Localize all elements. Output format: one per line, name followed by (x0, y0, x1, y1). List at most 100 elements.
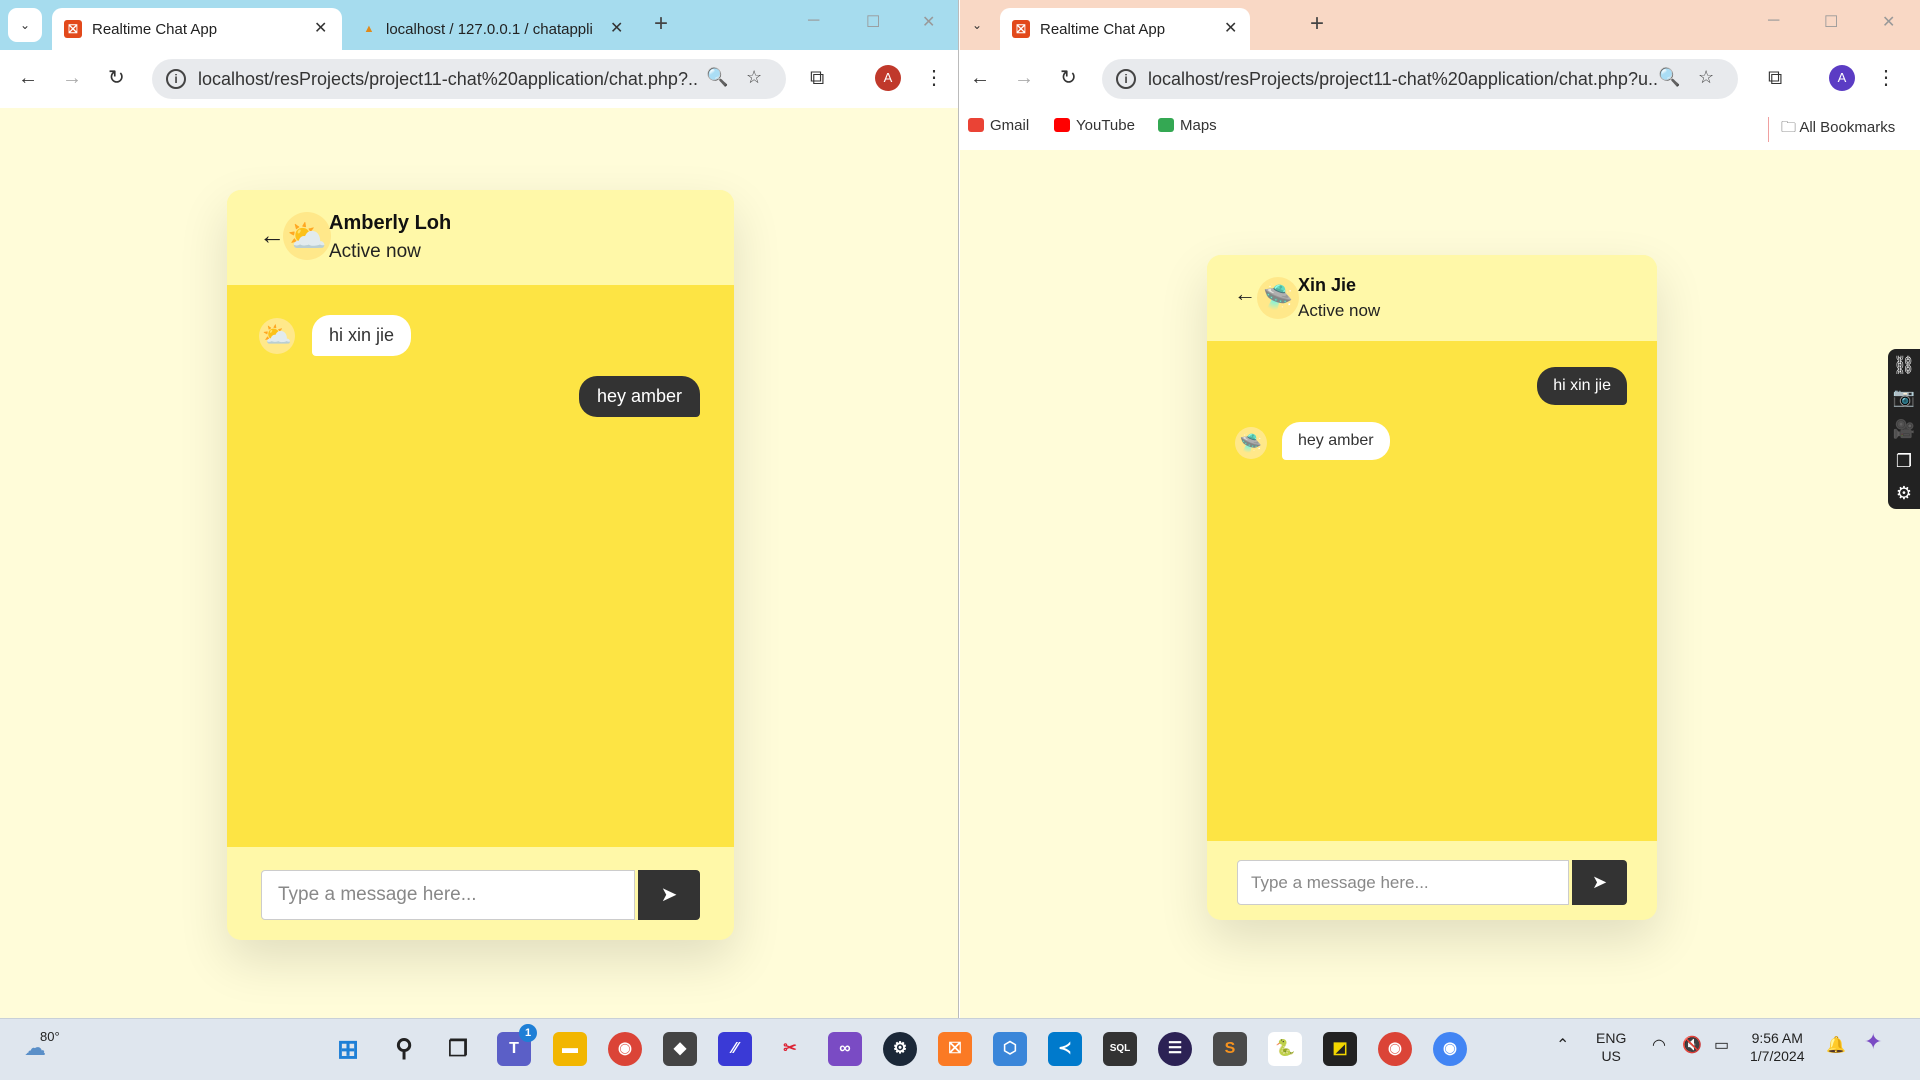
menu-icon[interactable]: ⋮ (1876, 66, 1896, 90)
unity-icon[interactable]: ◆ (663, 1032, 697, 1066)
chrome-icon[interactable]: ◉ (608, 1032, 642, 1066)
language: ENG (1596, 1030, 1627, 1046)
reload-icon[interactable]: ↻ (1060, 66, 1077, 90)
profile-avatar[interactable]: A (875, 65, 901, 91)
snipping-tool-icon[interactable]: ✂ (773, 1032, 807, 1066)
back-arrow-icon[interactable]: ← (1234, 281, 1256, 307)
taskbar: ☁ 80° ⊞ ⚲ ❐ T1 ▬ ◉ ◆ ⁄⁄ ✂ ∞ ⚙ ⛝ ⬡ ≺ SQL … (0, 1018, 1920, 1080)
zoom-icon[interactable]: 🔍 (1658, 67, 1680, 88)
close-tab-icon[interactable]: ✕ (314, 18, 327, 38)
vscode-icon[interactable]: ≺ (1048, 1032, 1082, 1066)
clock[interactable]: 9:56 AM 1/7/2024 (1750, 1029, 1805, 1065)
back-arrow-icon[interactable]: ← (259, 220, 285, 251)
extensions-icon[interactable]: ⧉ (810, 66, 824, 90)
minimize-icon[interactable]: ─ (808, 12, 819, 30)
start-icon[interactable]: ⊞ (331, 1032, 365, 1066)
mute-icon[interactable]: 🔇 (1682, 1037, 1702, 1055)
extensions-icon[interactable]: ⧉ (1768, 66, 1782, 90)
time: 9:56 AM (1751, 1030, 1803, 1046)
message-input[interactable]: Type a message here... (261, 870, 635, 920)
sublime-icon[interactable]: S (1213, 1032, 1247, 1066)
chrome-profile-a-icon[interactable]: ◉ (1378, 1032, 1412, 1066)
bookmark-label: Maps (1180, 117, 1217, 134)
file-explorer-icon[interactable]: ▬ (553, 1032, 587, 1066)
send-icon: ➤ (1591, 872, 1608, 892)
avatar: ⛅ (283, 212, 331, 260)
tab-search-button[interactable]: ⌄ (960, 8, 994, 42)
xampp-favicon-icon: ⛝ (64, 20, 82, 38)
weather-temp: 80° (40, 1029, 60, 1044)
minimize-icon[interactable]: ─ (1768, 12, 1779, 30)
wifi-icon[interactable]: ◠ (1652, 1037, 1666, 1055)
app-hex-icon[interactable]: ⬡ (993, 1032, 1027, 1066)
message-input[interactable]: Type a message here... (1237, 860, 1569, 905)
steam-icon[interactable]: ⚙ (883, 1032, 917, 1066)
maximize-icon[interactable]: ☐ (1824, 12, 1838, 32)
chat-card: ← ⛅ Amberly Loh Active now ⛅ hi xin jie … (227, 190, 734, 940)
site-info-icon[interactable]: i (1116, 69, 1136, 89)
forward-icon[interactable]: → (1014, 66, 1034, 90)
bookmark-youtube[interactable]: YouTube (1054, 117, 1135, 134)
eclipse-icon[interactable]: ☰ (1158, 1032, 1192, 1066)
contact-status: Active now (329, 241, 421, 262)
send-button[interactable]: ➤ (638, 870, 700, 920)
forward-icon[interactable]: → (62, 66, 82, 90)
all-bookmarks-button[interactable]: 🗀 All Bookmarks (1768, 117, 1895, 142)
tab-realtime-chat[interactable]: ⛝ Realtime Chat App ✕ (52, 8, 342, 50)
weather-widget[interactable]: ☁ 80° (24, 1029, 60, 1061)
close-window-icon[interactable]: ✕ (922, 12, 935, 32)
contact-name: Xin Jie (1298, 275, 1357, 295)
close-tab-icon[interactable]: ✕ (610, 18, 623, 38)
address-bar[interactable]: i localhost/resProjects/project11-chat%2… (152, 59, 786, 99)
language-indicator[interactable]: ENG US (1596, 1029, 1626, 1065)
app-icon[interactable]: ⁄⁄ (718, 1032, 752, 1066)
link-icon[interactable]: ⛓ (1888, 349, 1920, 381)
bookmark-gmail[interactable]: Gmail (968, 117, 1029, 134)
new-tab-icon[interactable]: + (654, 12, 668, 36)
outgoing-message: hi xin jie (1537, 367, 1627, 405)
maximize-icon[interactable]: ☐ (866, 12, 880, 32)
task-view-icon[interactable]: ❐ (441, 1032, 475, 1066)
address-bar[interactable]: i localhost/resProjects/project11-chat%2… (1102, 59, 1738, 99)
reload-icon[interactable]: ↻ (108, 66, 125, 90)
gear-icon[interactable]: ⚙ (1888, 477, 1920, 509)
close-tab-icon[interactable]: ✕ (1224, 18, 1237, 38)
sticky-notes-icon[interactable]: ◩ (1323, 1032, 1357, 1066)
teams-icon[interactable]: T1 (497, 1024, 537, 1066)
url-text: localhost/resProjects/project11-chat%20a… (1148, 69, 1658, 89)
tab-realtime-chat[interactable]: ⛝ Realtime Chat App ✕ (1000, 8, 1250, 50)
xampp-icon[interactable]: ⛝ (938, 1032, 972, 1066)
battery-icon[interactable]: ▭ (1714, 1037, 1729, 1055)
send-button[interactable]: ➤ (1572, 860, 1627, 905)
site-info-icon[interactable]: i (166, 69, 186, 89)
close-window-icon[interactable]: ✕ (1882, 12, 1895, 32)
copilot-icon[interactable]: ✦ (1864, 1031, 1882, 1053)
chat-header: ← 🛸 Xin Jie Active now (1207, 255, 1657, 341)
video-icon[interactable]: 🎥 (1888, 413, 1920, 445)
zoom-icon[interactable]: 🔍 (706, 67, 728, 88)
camera-icon[interactable]: 📷 (1888, 381, 1920, 413)
back-icon[interactable]: ← (970, 66, 990, 90)
tab-title: Realtime Chat App (92, 21, 218, 38)
chrome-profile-b-icon[interactable]: ◉ (1433, 1032, 1467, 1066)
python-icon[interactable]: 🐍 (1268, 1032, 1302, 1066)
visual-studio-icon[interactable]: ∞ (828, 1032, 862, 1066)
back-icon[interactable]: ← (18, 66, 38, 90)
windows-icon[interactable]: ❐ (1888, 445, 1920, 477)
date: 1/7/2024 (1750, 1048, 1805, 1064)
new-tab-icon[interactable]: + (1310, 12, 1324, 36)
tab-search-button[interactable]: ⌄ (8, 8, 42, 42)
chevron-up-icon[interactable]: ⌃ (1556, 1037, 1569, 1055)
contact-status: Active now (1298, 301, 1381, 320)
bookmark-star-icon[interactable]: ☆ (1698, 67, 1714, 88)
profile-avatar[interactable]: A (1829, 65, 1855, 91)
bookmark-star-icon[interactable]: ☆ (746, 67, 762, 88)
page-content: ← ⛅ Amberly Loh Active now ⛅ hi xin jie … (0, 108, 958, 1018)
search-icon[interactable]: ⚲ (387, 1032, 421, 1066)
menu-icon[interactable]: ⋮ (924, 66, 944, 90)
notification-bell-icon[interactable]: 🔔 (1826, 1037, 1846, 1055)
send-icon: ➤ (660, 884, 678, 906)
tab-phpmyadmin[interactable]: ▲ localhost / 127.0.0.1 / chatappli ✕ (346, 8, 626, 50)
sql-icon[interactable]: SQL (1103, 1032, 1137, 1066)
bookmark-maps[interactable]: Maps (1158, 117, 1217, 134)
